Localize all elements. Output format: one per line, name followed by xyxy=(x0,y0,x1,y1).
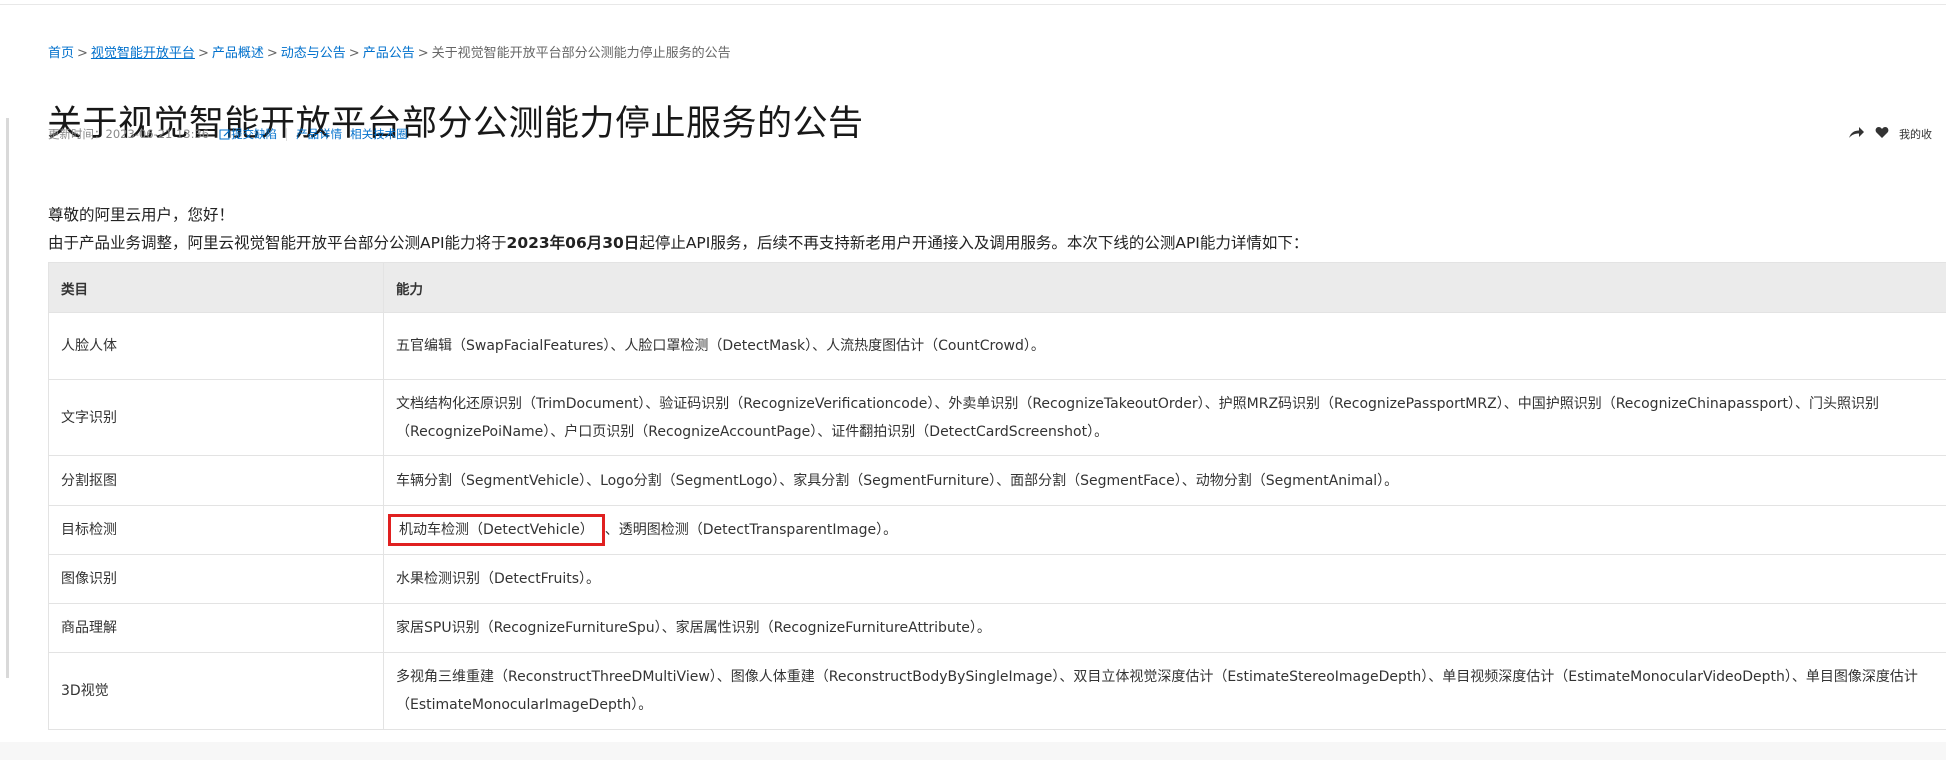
capability-rest: 、透明图检测（DetectTransparentImage）。 xyxy=(604,522,898,538)
article-meta: 更新时间：2023-06-21 13:36 提交缺陷 产品详情 相关技术圈 xyxy=(48,126,408,142)
article-intro: 尊敬的阿里云用户，您好！ 由于产品业务调整，阿里云视觉智能开放平台部分公测API… xyxy=(48,201,1308,257)
notice-text-before: 由于产品业务调整，阿里云视觉智能开放平台部分公测API能力将于 xyxy=(48,234,507,252)
table-row: 分割抠图 车辆分割（SegmentVehicle）、Logo分割（Segment… xyxy=(48,455,1946,506)
breadcrumb-home[interactable]: 首页 xyxy=(48,46,74,61)
breadcrumb-separator: > xyxy=(417,46,429,61)
notice-text: 由于产品业务调整，阿里云视觉智能开放平台部分公测API能力将于2023年06月3… xyxy=(48,229,1308,257)
breadcrumb-announcements[interactable]: 产品公告 xyxy=(363,46,415,61)
row-capability: 多视角三维重建（ReconstructThreeDMultiView）、图像人体… xyxy=(383,652,1946,730)
share-icon[interactable] xyxy=(1848,126,1865,142)
header-capability: 能力 xyxy=(383,262,1946,313)
table-row: 目标检测 机动车检测（DetectVehicle） 、透明图检测（DetectTr… xyxy=(48,505,1946,555)
row-capability: 机动车检测（DetectVehicle） 、透明图检测（DetectTranspa… xyxy=(383,505,1946,555)
breadcrumb-separator: > xyxy=(77,46,88,61)
breadcrumb: 首页 > 视觉智能开放平台 > 产品概述 > 动态与公告 > 产品公告 > 关于视觉智能开放平台部分… xyxy=(48,42,731,61)
breadcrumb-separator: > xyxy=(266,46,278,61)
capabilities-table: 类目 能力 人脸人体 五官编辑（SwapFacialFeatures）、人脸口罩… xyxy=(48,262,1946,730)
report-issue-link[interactable]: 提交缺陷 xyxy=(219,126,277,142)
greeting-text: 尊敬的阿里云用户，您好！ xyxy=(48,206,235,224)
row-capability: 文档结构化还原识别（TrimDocument）、验证码识别（RecognizeV… xyxy=(383,379,1946,456)
row-capability: 车辆分割（SegmentVehicle）、Logo分割（SegmentLogo）… xyxy=(383,455,1946,506)
updated-time: 更新时间：2023-06-21 13:36 xyxy=(48,127,210,141)
row-category: 3D视觉 xyxy=(48,652,384,730)
row-category: 文字识别 xyxy=(48,379,384,456)
capability-line: （RecognizePoiName）、户口页识别（RecognizeAccoun… xyxy=(396,423,1109,440)
table-row: 图像识别 水果检测识别（DetectFruits）。 xyxy=(48,554,1946,604)
row-category: 人脸人体 xyxy=(48,312,384,380)
capability-line: 多视角三维重建（ReconstructThreeDMultiView）、图像人体… xyxy=(396,669,1918,685)
breadcrumb-separator: > xyxy=(197,46,209,61)
bottom-area xyxy=(0,742,1946,760)
notice-text-after: 起停止API服务，后续不再支持新老用户开通接入及调用服务。本次下线的公测API能… xyxy=(639,234,1309,252)
heart-icon[interactable] xyxy=(1875,126,1889,142)
breadcrumb-platform[interactable]: 视觉智能开放平台 xyxy=(91,46,195,61)
tech-community-link[interactable]: 相关技术圈 xyxy=(350,126,408,142)
product-details-link[interactable]: 产品详情 xyxy=(296,126,342,142)
row-category: 分割抠图 xyxy=(48,455,384,506)
article-actions: 我的收 xyxy=(1848,126,1932,142)
meta-divider xyxy=(286,127,288,141)
table-row: 人脸人体 五官编辑（SwapFacialFeatures）、人脸口罩检测（Det… xyxy=(48,312,1946,380)
capability-line: 文档结构化还原识别（TrimDocument）、验证码识别（RecognizeV… xyxy=(396,395,1880,412)
breadcrumb-separator: > xyxy=(348,46,360,61)
row-capability: 家居SPU识别（RecognizeFurnitureSpu）、家居属性识别（Re… xyxy=(383,603,1946,653)
notice-date: 2023年06月30日 xyxy=(506,234,640,252)
breadcrumb-current: 关于视觉智能开放平台部分公测能力停止服务的公告 xyxy=(431,46,731,61)
capability-line: （EstimateMonocularImageDepth）。 xyxy=(396,697,653,713)
breadcrumb-overview[interactable]: 产品概述 xyxy=(212,46,264,61)
row-capability: 水果检测识别（DetectFruits）。 xyxy=(383,554,1946,604)
my-favorites-label[interactable]: 我的收 xyxy=(1899,126,1932,142)
table-row: 3D视觉 多视角三维重建（ReconstructThreeDMultiView）… xyxy=(48,652,1946,730)
top-border xyxy=(0,4,1946,5)
table-row: 商品理解 家居SPU识别（RecognizeFurnitureSpu）、家居属性… xyxy=(48,603,1946,653)
row-capability: 五官编辑（SwapFacialFeatures）、人脸口罩检测（DetectMa… xyxy=(383,312,1946,380)
report-issue-label: 提交缺陷 xyxy=(231,127,278,141)
row-category: 商品理解 xyxy=(48,603,384,653)
row-category: 目标检测 xyxy=(48,505,384,555)
highlighted-capability: 机动车检测（DetectVehicle） xyxy=(388,514,605,546)
header-category: 类目 xyxy=(48,262,384,313)
breadcrumb-news[interactable]: 动态与公告 xyxy=(281,46,346,61)
row-category: 图像识别 xyxy=(48,554,384,604)
left-scrollbar[interactable] xyxy=(6,118,9,678)
table-row: 文字识别 文档结构化还原识别（TrimDocument）、验证码识别（Recog… xyxy=(48,379,1946,456)
edit-icon xyxy=(219,129,231,140)
table-header-row: 类目 能力 xyxy=(48,262,1946,313)
